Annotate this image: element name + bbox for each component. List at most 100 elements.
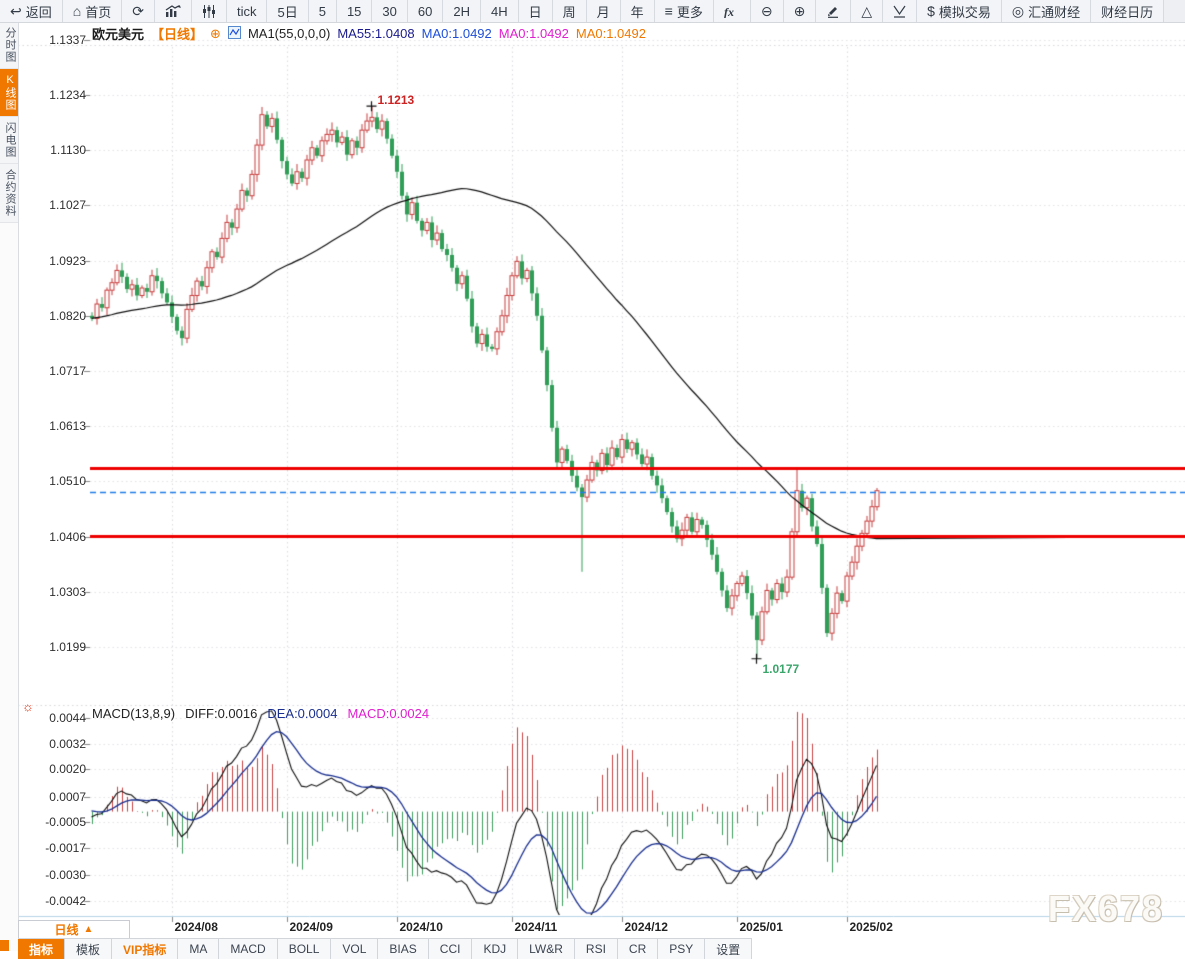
y-axis-label: -0.0042 [28, 894, 86, 908]
triangle-up-icon: ▲ [84, 924, 94, 935]
sim-trade-button-label: 模拟交易 [939, 2, 991, 21]
zoom-in-icon: ⊕ [794, 4, 806, 18]
period-15-button-label: 15 [347, 4, 361, 19]
period-week-button[interactable]: 周 [553, 0, 587, 22]
back-button-label: 返回 [26, 2, 52, 21]
period-30-button[interactable]: 30 [372, 0, 407, 22]
y-axis-label: 1.1234 [28, 88, 86, 102]
menu-icon: ≡ [665, 4, 673, 18]
sim-trade-button[interactable]: $ 模拟交易 [917, 0, 1002, 22]
tab-kdj[interactable]: KDJ [472, 939, 518, 959]
ma0-value-magenta: MA0:1.0492 [499, 26, 569, 41]
period-5-button[interactable]: 5 [309, 0, 337, 22]
macd-params-label: MACD(13,8,9) [92, 706, 175, 721]
indicator-settings-icon[interactable]: ☼ [22, 699, 34, 714]
vee-underline-icon [893, 5, 906, 18]
tab-vol[interactable]: VOL [331, 939, 378, 959]
home-button[interactable]: ⌂首页 [63, 0, 122, 22]
tab-ma[interactable]: MA [178, 939, 219, 959]
tab-rsi[interactable]: RSI [575, 939, 618, 959]
y-axis-label: 1.1337 [28, 33, 86, 47]
period-4h-button[interactable]: 4H [481, 0, 519, 22]
tab-macd[interactable]: MACD [219, 939, 277, 959]
y-axis-label: 0.0007 [28, 790, 86, 804]
huitong-button[interactable]: ◎ 汇通财经 [1002, 0, 1091, 22]
refresh-button[interactable]: ⟳ [122, 0, 155, 22]
period-tag: 【日线】 [151, 24, 203, 43]
tab-lwr[interactable]: LW&R [518, 939, 575, 959]
fx-icon: fx [724, 5, 740, 18]
period-year-button-label: 年 [631, 2, 644, 21]
y-axis-label: 1.0303 [28, 585, 86, 599]
y-axis-label: 1.0613 [28, 419, 86, 433]
y-axis-label: 1.0510 [28, 474, 86, 488]
ma0-value-orange: MA0:1.0492 [576, 26, 646, 41]
y-axis-label: 1.1027 [28, 198, 86, 212]
period-day-button-label: 日 [529, 2, 542, 21]
period-2h-button[interactable]: 2H [443, 0, 481, 22]
period-5d-button-label: 5日 [277, 2, 297, 21]
period-2h-button-label: 2H [453, 4, 470, 19]
tab-cci[interactable]: CCI [429, 939, 473, 959]
y-axis-label: -0.0030 [28, 868, 86, 882]
period-month-button[interactable]: 月 [587, 0, 621, 22]
y-axis-label: 0.0020 [28, 762, 86, 776]
add-indicator-icon[interactable]: ⊕ [210, 26, 221, 42]
calendar-button[interactable]: 财经日历 [1091, 0, 1164, 22]
period-day-button[interactable]: 日 [519, 0, 553, 22]
chart-header: 欧元美元 【日线】 ⊕ MA1(55,0,0,0) MA55:1.0408 MA… [92, 24, 646, 43]
period-month-button-label: 月 [597, 2, 610, 21]
tab-boll[interactable]: BOLL [278, 939, 332, 959]
sidebar-item-timeshare[interactable]: 分时图 [0, 22, 18, 69]
period-tick-button[interactable]: tick [227, 0, 268, 22]
ma-settings-label: MA1(55,0,0,0) [248, 26, 330, 41]
ma-chart-icon [228, 26, 241, 42]
x-axis-label: 2024/12 [625, 920, 668, 934]
channel-tool-button[interactable] [883, 0, 917, 22]
tab-psy[interactable]: PSY [658, 939, 705, 959]
x-axis-label: 2024/08 [175, 920, 218, 934]
period-15-button[interactable]: 15 [337, 0, 372, 22]
chart-type-sidebar: 分时图K线图闪电图合约资料 [0, 22, 19, 951]
home-icon: ⌂ [73, 4, 81, 18]
dollar-icon: $ [927, 4, 935, 18]
draw-button[interactable] [816, 0, 851, 22]
sidebar-item-contract[interactable]: 合约资料 [0, 164, 18, 223]
calendar-button-label: 财经日历 [1101, 2, 1153, 21]
sidebar-item-kline[interactable]: K线图 [0, 69, 18, 117]
tab-vip-indicator[interactable]: VIP指标 [112, 939, 178, 959]
pencil-icon [826, 4, 840, 18]
macd-macd-value: MACD:0.0024 [347, 706, 429, 721]
period-year-button[interactable]: 年 [621, 0, 655, 22]
tab-settings[interactable]: 设置 [705, 939, 752, 959]
y-axis-label: -0.0005 [28, 815, 86, 829]
target-icon: ◎ [1012, 4, 1024, 18]
triangle-tool-button[interactable]: △ [851, 0, 883, 22]
tab-cr[interactable]: CR [618, 939, 658, 959]
back-button[interactable]: ↩返回 [0, 0, 63, 22]
formula-button[interactable]: fx [714, 0, 751, 22]
macd-dea-value: DEA:0.0004 [267, 706, 337, 721]
zoom-in-button[interactable]: ⊕ [784, 0, 817, 22]
tab-indicator[interactable]: 指标 [18, 939, 65, 959]
period-60-button[interactable]: 60 [408, 0, 443, 22]
corner-accent [0, 940, 9, 951]
line-chart-button[interactable] [155, 0, 192, 22]
more-button[interactable]: ≡更多 [655, 0, 714, 22]
refresh-icon: ⟳ [132, 4, 144, 18]
macd-diff-value: DIFF:0.0016 [185, 706, 257, 721]
zoom-out-button[interactable]: ⊖ [751, 0, 784, 22]
tab-bias[interactable]: BIAS [378, 939, 428, 959]
period-selector-button[interactable]: 日线 ▲ [18, 920, 130, 939]
y-axis-label: -0.0017 [28, 841, 86, 855]
period-5d-button[interactable]: 5日 [267, 0, 308, 22]
tab-template[interactable]: 模板 [65, 939, 112, 959]
y-axis-label: 1.0820 [28, 309, 86, 323]
y-axis-label: 0.0032 [28, 737, 86, 751]
price-macd-chart[interactable] [0, 0, 1185, 951]
y-axis-label: 1.0406 [28, 530, 86, 544]
candle-chart-button[interactable] [192, 0, 227, 22]
huitong-button-label: 汇通财经 [1028, 2, 1080, 21]
sidebar-item-lightning[interactable]: 闪电图 [0, 117, 18, 164]
y-axis-label: 1.1130 [28, 143, 86, 157]
